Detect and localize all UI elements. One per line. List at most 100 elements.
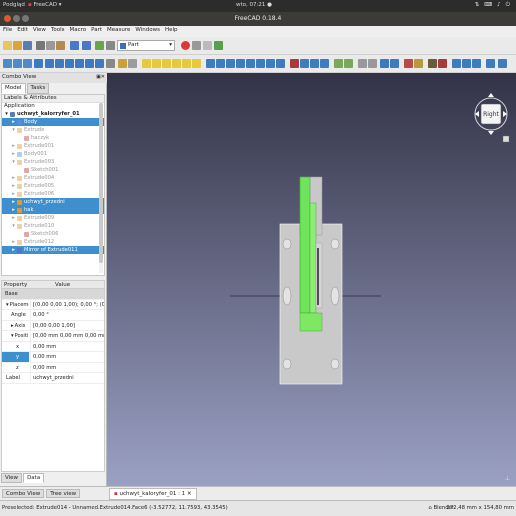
collapsed-arrow-icon[interactable]: ▸ xyxy=(11,246,16,254)
measure-refresh-icon[interactable] xyxy=(472,59,481,68)
mirror-icon[interactable] xyxy=(226,59,235,68)
join-icon[interactable] xyxy=(334,59,343,68)
tab-view[interactable]: View xyxy=(1,473,23,483)
tree-item[interactable]: ▾ Extrude010 xyxy=(2,222,104,230)
tree-scrollbar[interactable] xyxy=(99,103,103,273)
menu-tools[interactable]: Tools xyxy=(51,27,65,36)
window-title-bar[interactable]: FreeCAD 0.18.4 xyxy=(0,12,516,26)
save-icon[interactable] xyxy=(23,41,32,50)
front-view-icon[interactable] xyxy=(45,59,54,68)
right-view-icon[interactable] xyxy=(65,59,74,68)
tree-item[interactable]: ▸ Extrude001 xyxy=(2,142,104,150)
compound-icon[interactable] xyxy=(358,59,367,68)
panel-float-close-icon[interactable]: ▣✕ xyxy=(96,74,105,80)
top-view-icon[interactable] xyxy=(55,59,64,68)
tree-item[interactable]: ▾ uchwyt_kalorryfer_01 xyxy=(2,110,104,118)
measure-toggle-icon[interactable] xyxy=(498,59,507,68)
extrude-icon[interactable] xyxy=(206,59,215,68)
execute-macro-icon[interactable] xyxy=(214,41,223,50)
tab-data[interactable]: Data xyxy=(23,473,45,483)
torus-icon[interactable] xyxy=(182,59,191,68)
menu-macro[interactable]: Macro xyxy=(70,27,87,36)
nav-cube-face-label[interactable]: Right xyxy=(481,111,501,118)
whats-this-icon[interactable] xyxy=(106,41,115,50)
expanded-arrow-icon[interactable]: ▾ xyxy=(11,222,16,230)
fillet-icon[interactable] xyxy=(236,59,245,68)
left-view-icon[interactable] xyxy=(95,59,104,68)
power-icon[interactable]: ⏻ xyxy=(506,2,510,9)
offset-icon[interactable] xyxy=(414,59,423,68)
stop-macro-icon[interactable] xyxy=(192,41,201,50)
menu-help[interactable]: Help xyxy=(165,27,178,36)
property-value[interactable]: [0,00 mm 0,00 mm 0,00 mm] xyxy=(30,331,104,341)
refresh-icon[interactable] xyxy=(95,41,104,50)
cut-boolean-icon[interactable] xyxy=(300,59,309,68)
clock[interactable]: wto, 07:21 ● xyxy=(236,2,272,8)
fit-selection-icon[interactable] xyxy=(13,59,22,68)
property-group[interactable]: Base xyxy=(2,289,104,300)
bottom-view-icon[interactable] xyxy=(85,59,94,68)
tree-item[interactable]: ▸ Body001 xyxy=(2,150,104,158)
split-icon[interactable] xyxy=(344,59,353,68)
part-icon[interactable] xyxy=(118,59,127,68)
property-row[interactable]: y 0,00 mm xyxy=(2,352,104,363)
keyboard-icon[interactable]: ⌨ xyxy=(484,2,492,9)
tree-scrollbar-thumb[interactable] xyxy=(99,103,103,263)
property-row[interactable]: z 0,00 mm xyxy=(2,362,104,373)
menu-edit[interactable]: Edit xyxy=(17,27,28,36)
macros-icon[interactable] xyxy=(203,41,212,50)
attachment-icon[interactable] xyxy=(404,59,413,68)
measure-clear-icon[interactable] xyxy=(486,59,495,68)
tree-item[interactable]: ▸ Extrude004 xyxy=(2,174,104,182)
draw-style-icon[interactable] xyxy=(23,59,32,68)
revolve-icon[interactable] xyxy=(216,59,225,68)
menu-part[interactable]: Part xyxy=(91,27,102,36)
expanded-arrow-icon[interactable]: ▾ xyxy=(11,158,16,166)
rear-view-icon[interactable] xyxy=(75,59,84,68)
collapsed-arrow-icon[interactable]: ▸ xyxy=(11,142,16,150)
property-value[interactable]: 0,00 mm xyxy=(30,352,104,362)
uchwyt-przedni-selected[interactable] xyxy=(299,176,311,314)
collapsed-arrow-icon[interactable]: ▸ xyxy=(11,118,16,126)
collapsed-arrow-icon[interactable]: ▸ xyxy=(11,198,16,206)
property-value[interactable]: [(0,00 0,00 1,00); 0,00 °; (0,00 mm 0,00… xyxy=(30,299,104,309)
isometric-view-icon[interactable] xyxy=(34,59,43,68)
workbench-selector[interactable]: Part ▾ xyxy=(117,40,175,51)
redo-icon[interactable] xyxy=(82,41,91,50)
tree-header[interactable]: Labels & Attributes xyxy=(2,95,104,103)
collapsed-arrow-icon[interactable]: ▸ xyxy=(11,150,16,158)
freecad-app-menu[interactable]: ▪ FreeCAD ▾ xyxy=(28,2,62,8)
boolean-icon[interactable] xyxy=(290,59,299,68)
navigation-cube[interactable]: Right xyxy=(470,88,512,148)
undo-icon[interactable] xyxy=(70,41,79,50)
tree-item[interactable]: ▸ hak xyxy=(2,206,104,214)
property-row[interactable]: Angle 0,00 ° xyxy=(2,310,104,321)
tab-tasks[interactable]: Tasks xyxy=(26,83,50,94)
3d-model-render[interactable] xyxy=(107,73,516,486)
property-row[interactable]: ▾Placement[(0,00 0,00 1,00); 0,00 °; (0,… xyxy=(2,299,104,310)
mirror-extrude-selected[interactable] xyxy=(299,312,323,332)
collapsed-arrow-icon[interactable]: ▸ xyxy=(11,190,16,198)
menu-measure[interactable]: Measure xyxy=(107,27,130,36)
collapsed-arrow-icon[interactable]: ▸ xyxy=(11,323,14,329)
property-row[interactable]: ▾Positi...[0,00 mm 0,00 mm 0,00 mm] xyxy=(2,331,104,342)
tree-item[interactable]: ▸ Mirror of Extrude011 xyxy=(2,246,104,254)
property-row[interactable]: ▸Axis [0,00 0,00 1,00] xyxy=(2,320,104,331)
fit-all-icon[interactable] xyxy=(3,59,12,68)
copy-icon[interactable] xyxy=(46,41,55,50)
expanded-arrow-icon[interactable]: ▾ xyxy=(11,126,16,134)
collapsed-arrow-icon[interactable]: ▸ xyxy=(11,238,16,246)
menu-view[interactable]: View xyxy=(33,27,46,36)
fuse-icon[interactable] xyxy=(310,59,319,68)
cylinder-icon[interactable] xyxy=(152,59,161,68)
group-icon[interactable] xyxy=(128,59,137,68)
open-file-icon[interactable] xyxy=(13,41,22,50)
property-value[interactable]: 0,00 ° xyxy=(30,310,104,320)
collapsed-arrow-icon[interactable]: ▸ xyxy=(11,206,16,214)
cone-icon[interactable] xyxy=(172,59,181,68)
measure-distance-icon[interactable] xyxy=(106,59,115,68)
tree-item[interactable]: Sketch001 xyxy=(2,166,104,174)
projection-icon[interactable] xyxy=(438,59,447,68)
check-geometry-icon[interactable] xyxy=(368,59,377,68)
new-document-icon[interactable] xyxy=(3,41,12,50)
